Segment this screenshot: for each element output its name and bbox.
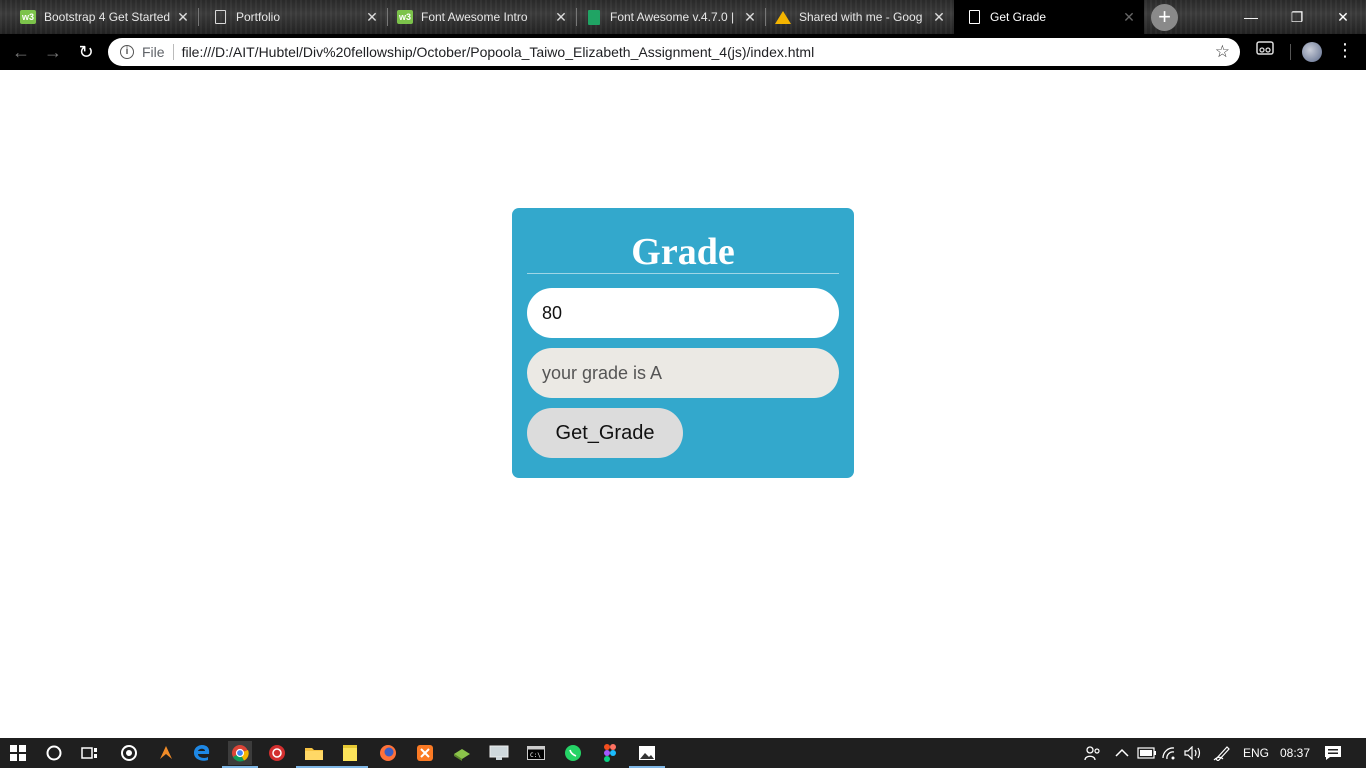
clock-time[interactable]: 08:37: [1280, 738, 1310, 768]
minimize-button[interactable]: —: [1228, 0, 1274, 34]
tab-title: Get Grade: [990, 10, 1047, 24]
whatsapp-icon[interactable]: [561, 741, 585, 765]
sheets-icon: [586, 9, 602, 25]
close-tab-icon[interactable]: ✕: [1122, 10, 1136, 24]
drive-icon: [775, 9, 791, 25]
page-icon: [212, 9, 228, 25]
wifi-icon[interactable]: [1159, 741, 1183, 765]
w3schools-icon: w3: [397, 10, 413, 24]
forward-button[interactable]: →: [42, 41, 64, 63]
remote-desktop-icon[interactable]: [487, 741, 511, 765]
tab-title: Shared with me - Goog: [799, 10, 923, 24]
close-tab-icon[interactable]: ✕: [932, 10, 946, 24]
taskbar: C:\ ENG 08:37: [0, 738, 1366, 768]
w3schools-icon: w3: [20, 10, 36, 24]
tab-portfolio[interactable]: Portfolio ✕: [198, 0, 388, 34]
red-app-icon[interactable]: [265, 741, 289, 765]
windows-start-icon[interactable]: [6, 741, 30, 765]
info-icon[interactable]: i: [120, 45, 134, 59]
edge-icon[interactable]: [190, 741, 214, 765]
pen-ink-icon[interactable]: [1210, 741, 1234, 765]
title-divider: [527, 273, 839, 274]
language-indicator[interactable]: ENG: [1243, 738, 1269, 768]
close-tab-icon[interactable]: ✕: [365, 10, 379, 24]
new-tab-button[interactable]: +: [1151, 4, 1178, 31]
profile-avatar-icon[interactable]: [1302, 42, 1322, 62]
toolbar-divider: [1290, 44, 1291, 60]
photos-icon[interactable]: [629, 741, 665, 768]
tab-font-awesome-sheet[interactable]: Font Awesome v.4.7.0 | ✕: [576, 0, 766, 34]
score-input[interactable]: 80: [527, 288, 839, 338]
url-text[interactable]: file:///D:/AIT/Hubtel/Div%20fellowship/O…: [182, 44, 815, 60]
command-prompt-icon[interactable]: C:\: [524, 741, 548, 765]
figma-icon[interactable]: [598, 741, 622, 765]
battery-icon[interactable]: [1135, 741, 1159, 765]
task-view-icon[interactable]: [78, 741, 102, 765]
tab-title: Font Awesome v.4.7.0 |: [610, 10, 735, 24]
tab-title: Font Awesome Intro: [421, 10, 528, 24]
sticky-notes-icon[interactable]: [332, 741, 368, 768]
chrome-icon[interactable]: [222, 741, 258, 768]
scheme-label: File: [142, 44, 165, 60]
extension-icon[interactable]: [1255, 40, 1275, 60]
menu-icon[interactable]: ⋮: [1336, 40, 1354, 62]
firefox-icon[interactable]: [376, 741, 400, 765]
volume-icon[interactable]: [1182, 741, 1206, 765]
card-title: Grade: [631, 231, 735, 273]
tab-bootstrap[interactable]: w3 Bootstrap 4 Get Started ✕: [0, 0, 199, 34]
xampp-icon[interactable]: [413, 741, 437, 765]
tab-font-awesome-intro[interactable]: w3 Font Awesome Intro ✕: [387, 0, 577, 34]
tab-title: Bootstrap 4 Get Started: [44, 10, 171, 24]
people-icon[interactable]: [1080, 741, 1104, 765]
get-grade-button[interactable]: Get_Grade: [527, 408, 683, 458]
close-tab-icon[interactable]: ✕: [554, 10, 568, 24]
close-window-button[interactable]: ✕: [1320, 0, 1366, 34]
grade-card: Grade 80 your grade is A Get_Grade: [512, 208, 854, 478]
omnibox-divider: [172, 44, 174, 60]
grade-result-field: your grade is A: [527, 348, 839, 398]
bird-app-icon[interactable]: [154, 741, 178, 765]
file-explorer-icon[interactable]: [296, 741, 332, 768]
bookmark-star-icon[interactable]: ☆: [1215, 42, 1230, 62]
back-button[interactable]: ←: [10, 41, 32, 63]
book-app-icon[interactable]: [450, 741, 474, 765]
svg-text:C:\: C:\: [530, 752, 541, 759]
page-icon: [966, 9, 982, 25]
app-circle-icon[interactable]: [117, 741, 141, 765]
chevron-up-icon[interactable]: [1110, 741, 1134, 765]
search-cortana-icon[interactable]: [42, 741, 66, 765]
tab-google-drive[interactable]: Shared with me - Goog ✕: [765, 0, 954, 34]
close-tab-icon[interactable]: ✕: [176, 10, 190, 24]
notifications-icon[interactable]: [1321, 741, 1345, 765]
tab-get-grade[interactable]: Get Grade ✕: [954, 0, 1144, 34]
address-bar[interactable]: i File file:///D:/AIT/Hubtel/Div%20fello…: [108, 38, 1240, 66]
reload-button[interactable]: ↻: [75, 41, 97, 63]
close-tab-icon[interactable]: ✕: [743, 10, 757, 24]
restore-button[interactable]: ❐: [1274, 0, 1320, 34]
